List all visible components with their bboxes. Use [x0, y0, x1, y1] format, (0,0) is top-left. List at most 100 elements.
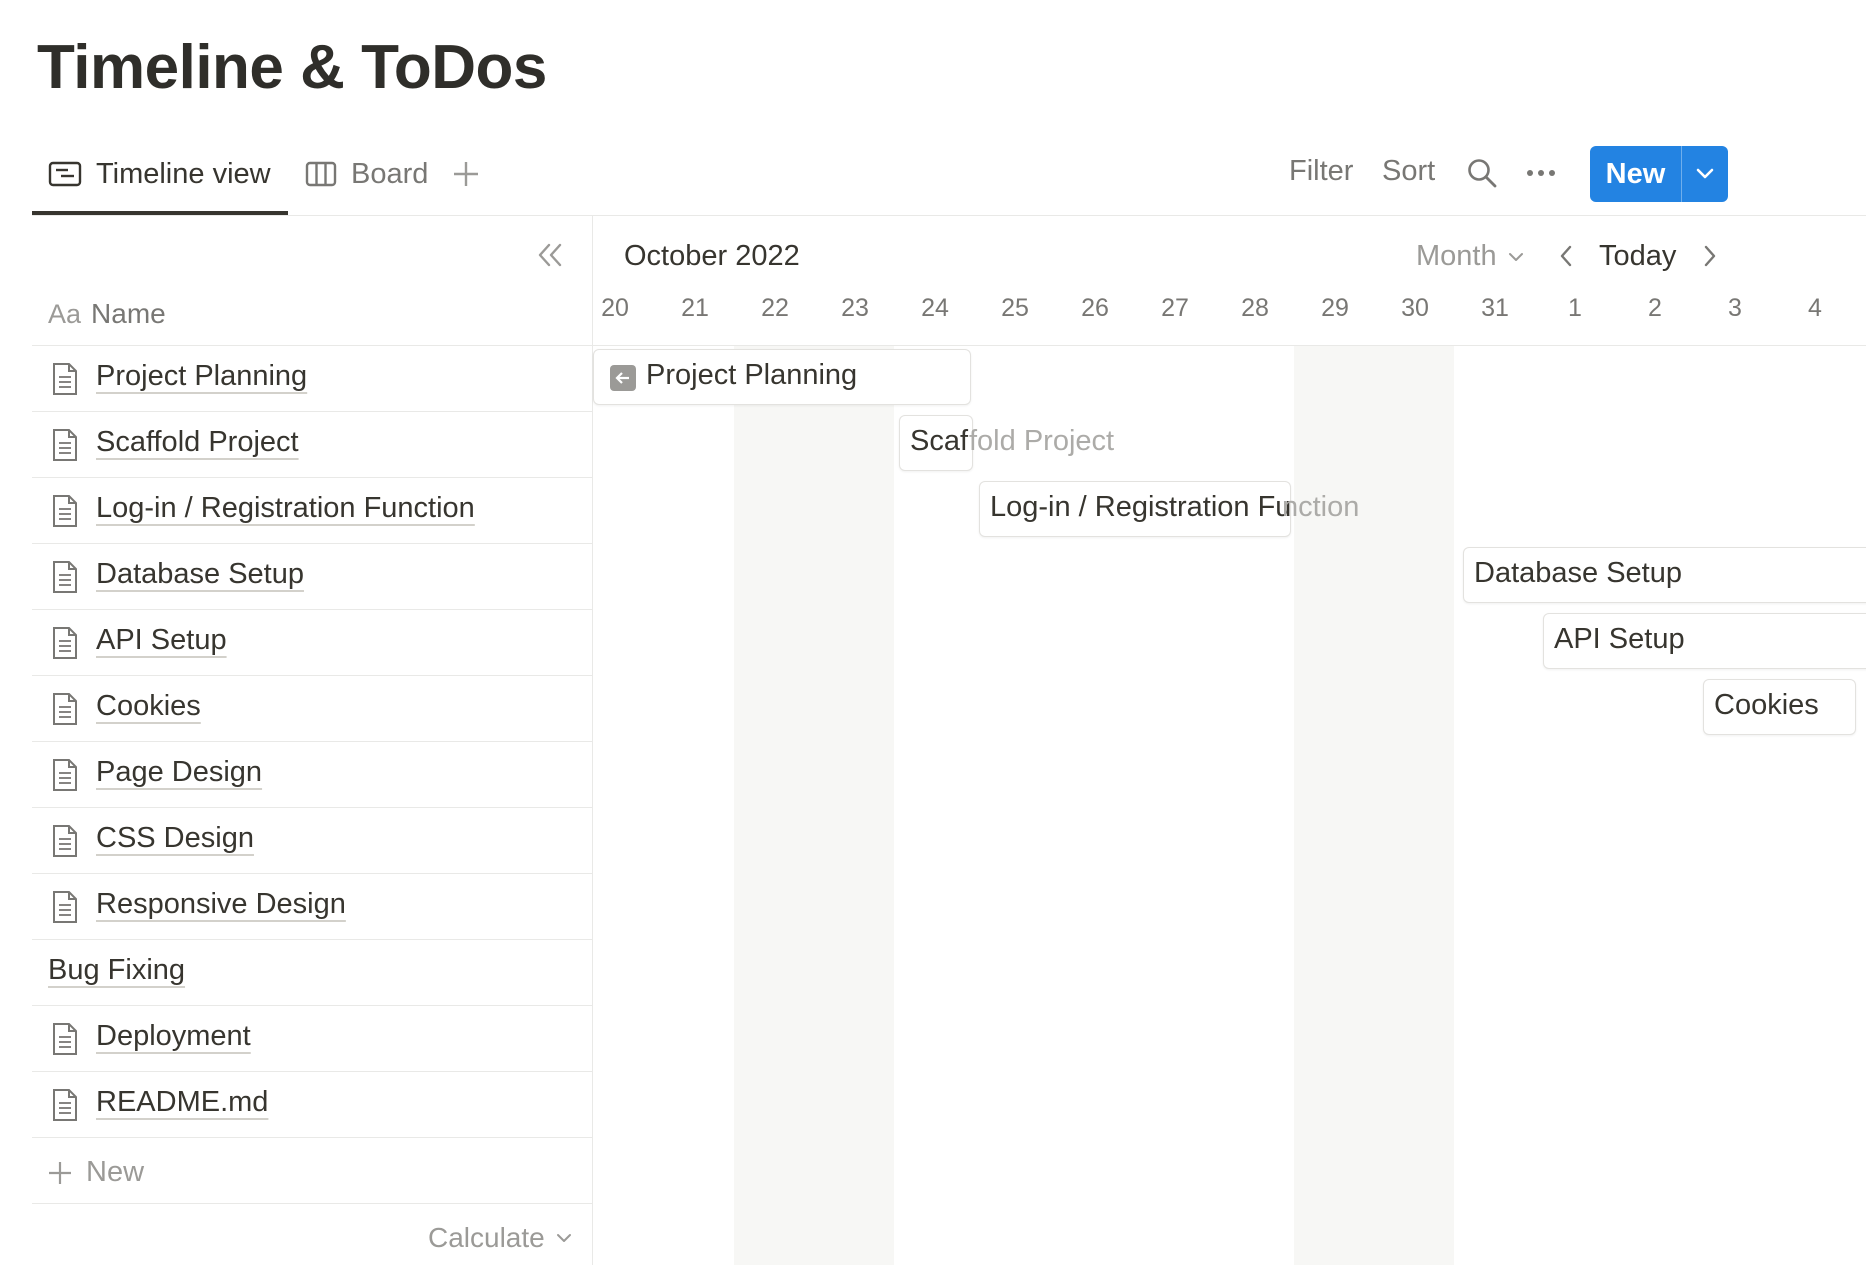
document-icon [53, 363, 77, 395]
timeline-day-label: 27 [1161, 294, 1189, 322]
document-icon [53, 495, 77, 527]
row-name[interactable]: Database Setup [96, 558, 304, 591]
double-chevron-left-icon [538, 243, 562, 267]
calculate-label: Calculate [428, 1222, 545, 1253]
table-row[interactable]: Scaffold Project [32, 412, 592, 478]
document-icon [53, 693, 77, 725]
timeline-day-label: 20 [601, 294, 629, 322]
table-row[interactable]: Cookies [32, 676, 592, 742]
timeline-view-icon [48, 161, 82, 187]
row-name[interactable]: Log-in / Registration Function [96, 492, 475, 525]
document-icon-wrap [51, 758, 79, 797]
chevron-left-icon [1560, 245, 1572, 267]
add-new-row-label: New [86, 1156, 145, 1188]
document-icon-wrap [51, 560, 79, 599]
plus-icon [49, 1162, 71, 1184]
timeline-day-label: 24 [921, 294, 949, 322]
timeline-bar-overflow-label: nction [1282, 491, 1360, 523]
document-icon [53, 759, 77, 791]
row-name[interactable]: README.md [96, 1086, 268, 1119]
timeline-next-button[interactable] [1700, 242, 1720, 275]
timeline-day-label: 28 [1241, 294, 1269, 322]
timeline-day-label: 29 [1321, 294, 1349, 322]
timeline-day-label: 2 [1648, 294, 1662, 322]
table-row[interactable]: Project Planning [32, 346, 592, 412]
weekend-shading [1294, 346, 1454, 1265]
timeline-day-label: 1 [1568, 294, 1582, 322]
timeline-previous-button[interactable] [1556, 242, 1576, 275]
tab-board[interactable]: Board [305, 152, 428, 196]
table-row[interactable]: Responsive Design [32, 874, 592, 940]
row-name[interactable]: Cookies [96, 690, 201, 723]
table-row[interactable]: Database Setup [32, 544, 592, 610]
document-icon-wrap [51, 362, 79, 401]
timeline-day-label: 30 [1401, 294, 1429, 322]
name-column-header[interactable]: Aa Name [48, 298, 166, 330]
new-button[interactable]: New [1590, 146, 1681, 202]
collapse-table-button[interactable] [535, 240, 565, 275]
table-row[interactable]: Page Design [32, 742, 592, 808]
document-icon [53, 825, 77, 857]
timeline-zoom-dropdown[interactable]: Month [1416, 240, 1525, 273]
chevron-right-icon [1704, 245, 1716, 267]
search-icon [1468, 159, 1497, 188]
timeline-day-label: 23 [841, 294, 869, 322]
timeline-day-label: 21 [681, 294, 709, 322]
row-name[interactable]: Bug Fixing [48, 954, 185, 987]
document-icon-wrap [51, 1088, 79, 1127]
table-row[interactable]: API Setup [32, 610, 592, 676]
row-name[interactable]: Responsive Design [96, 888, 346, 921]
row-name[interactable]: Scaffold Project [96, 426, 299, 459]
table-row[interactable]: Bug Fixing [32, 940, 592, 1006]
table-row[interactable]: CSS Design [32, 808, 592, 874]
add-view-button[interactable] [450, 152, 482, 201]
weekend-shading [734, 346, 894, 1265]
document-icon-wrap [51, 626, 79, 665]
timeline-bar-label: Scaf [910, 425, 969, 457]
new-dropdown-button[interactable] [1682, 146, 1728, 202]
timeline-bar-label: API Setup [1554, 623, 1685, 655]
filter-button[interactable]: Filter [1289, 155, 1353, 188]
calculate-button[interactable]: Calculate [428, 1222, 573, 1254]
timeline-day-label: 3 [1728, 294, 1742, 322]
sort-button[interactable]: Sort [1382, 155, 1435, 188]
search-button[interactable] [1466, 157, 1498, 194]
row-name[interactable]: CSS Design [96, 822, 254, 855]
arrow-left-icon[interactable] [610, 365, 636, 391]
document-icon-wrap [51, 494, 79, 533]
table-row[interactable]: README.md [32, 1072, 592, 1138]
document-icon-wrap [51, 1022, 79, 1061]
timeline-day-label: 25 [1001, 294, 1029, 322]
row-name[interactable]: Deployment [96, 1020, 251, 1053]
timeline-month-label: October 2022 [624, 240, 800, 272]
document-icon [53, 429, 77, 461]
row-name[interactable]: Project Planning [96, 360, 307, 393]
add-new-row-button[interactable]: New [32, 1140, 592, 1204]
plus-icon [454, 162, 478, 186]
timeline-day-label: 4 [1808, 294, 1822, 322]
board-view-icon [305, 161, 337, 187]
table-row[interactable]: Log-in / Registration Function [32, 478, 592, 544]
chevron-down-icon [1696, 168, 1714, 179]
document-icon [53, 561, 77, 593]
chevron-down-icon [1508, 252, 1523, 261]
row-name[interactable]: Page Design [96, 756, 262, 789]
timeline-zoom-label: Month [1416, 240, 1497, 272]
name-column-label: Name [91, 298, 166, 329]
document-icon-wrap [51, 428, 79, 467]
more-options-button[interactable] [1526, 163, 1556, 188]
timeline-today-button[interactable]: Today [1599, 240, 1676, 273]
timeline-bar-label: Cookies [1714, 689, 1819, 721]
page-title: Timeline & ToDos [37, 33, 547, 102]
table-row[interactable]: Deployment [32, 1006, 592, 1072]
timeline-bar-overflow-label: fold Project [969, 425, 1115, 457]
document-icon [53, 1089, 77, 1121]
timeline-header-divider [593, 345, 1866, 346]
row-name[interactable]: API Setup [96, 624, 227, 657]
tab-timeline-view[interactable]: Timeline view [48, 152, 271, 196]
timeline-day-label: 31 [1481, 294, 1509, 322]
timeline-day-label: 22 [761, 294, 789, 322]
document-icon [53, 1023, 77, 1055]
text-property-icon: Aa [48, 299, 82, 329]
timeline-day-label: 26 [1081, 294, 1109, 322]
